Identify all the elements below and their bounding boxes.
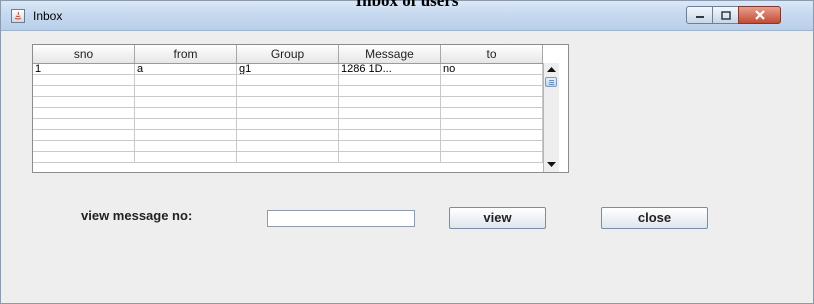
vertical-scrollbar[interactable]: [543, 63, 559, 172]
table-cell-from[interactable]: [135, 130, 237, 140]
maximize-icon: [720, 10, 731, 20]
table-row[interactable]: [33, 75, 543, 86]
table-cell-message[interactable]: 1286 1D...: [339, 64, 441, 74]
table-row[interactable]: 1 a g1 1286 1D... no: [33, 64, 543, 75]
table-cell-to[interactable]: [441, 141, 543, 151]
table-cell-to[interactable]: [441, 130, 543, 140]
table-cell-message[interactable]: [339, 86, 441, 96]
close-icon: [754, 10, 765, 20]
view-message-label: view message no:: [81, 208, 193, 223]
table-cell-message[interactable]: [339, 119, 441, 129]
table-cell-message[interactable]: [339, 130, 441, 140]
table-cell-to[interactable]: no: [441, 64, 543, 74]
scroll-thumb[interactable]: [545, 77, 557, 87]
minimize-icon: [695, 16, 704, 18]
table-cell-sno[interactable]: [33, 97, 135, 107]
table-cell-group[interactable]: [237, 86, 339, 96]
table-cell-to[interactable]: [441, 152, 543, 162]
column-header-to[interactable]: to: [441, 45, 543, 63]
table-cell-to[interactable]: [441, 119, 543, 129]
column-header-from[interactable]: from: [135, 45, 237, 63]
page-caption: Inbox of users: [355, 0, 459, 10]
table-cell-message[interactable]: [339, 108, 441, 118]
table-cell-sno[interactable]: [33, 86, 135, 96]
column-header-group[interactable]: Group: [237, 45, 339, 63]
table-cell-sno[interactable]: 1: [33, 64, 135, 74]
table-row[interactable]: [33, 108, 543, 119]
table-cell-message[interactable]: [339, 141, 441, 151]
table-cell-sno[interactable]: [33, 152, 135, 162]
table-cell-from[interactable]: [135, 108, 237, 118]
table-cell-from[interactable]: [135, 119, 237, 129]
table-cell-group[interactable]: [237, 152, 339, 162]
table-cell-sno[interactable]: [33, 141, 135, 151]
messages-table: sno from Group Message to 1 a g1 1286 1D...…: [32, 44, 569, 173]
table-cell-to[interactable]: [441, 97, 543, 107]
window-title: Inbox: [33, 9, 63, 23]
table-cell-message[interactable]: [339, 152, 441, 162]
table-row[interactable]: [33, 119, 543, 130]
arrow-up-icon: [547, 67, 556, 72]
arrow-down-icon: [547, 162, 556, 167]
column-header-sno[interactable]: sno: [33, 45, 135, 63]
inbox-window: Inbox sno from Group Message to 1 a g1 1286…: [0, 0, 814, 304]
table-cell-message[interactable]: [339, 75, 441, 85]
table-cell-message[interactable]: [339, 97, 441, 107]
table-cell-from[interactable]: [135, 75, 237, 85]
table-cell-group[interactable]: [237, 108, 339, 118]
table-cell-sno[interactable]: [33, 130, 135, 140]
table-cell-to[interactable]: [441, 86, 543, 96]
table-body: 1 a g1 1286 1D... no: [33, 64, 543, 163]
table-row[interactable]: [33, 141, 543, 152]
table-row[interactable]: [33, 130, 543, 141]
table-cell-from[interactable]: [135, 152, 237, 162]
table-cell-from[interactable]: a: [135, 64, 237, 74]
table-cell-group[interactable]: [237, 141, 339, 151]
table-cell-group[interactable]: [237, 97, 339, 107]
scroll-down-button[interactable]: [544, 158, 559, 172]
table-cell-sno[interactable]: [33, 75, 135, 85]
scroll-up-button[interactable]: [544, 63, 559, 77]
table-cell-from[interactable]: [135, 86, 237, 96]
table-cell-group[interactable]: [237, 130, 339, 140]
table-cell-sno[interactable]: [33, 108, 135, 118]
table-cell-group[interactable]: g1: [237, 64, 339, 74]
java-app-icon: [11, 9, 25, 23]
table-cell-group[interactable]: [237, 75, 339, 85]
table-cell-sno[interactable]: [33, 119, 135, 129]
table-row[interactable]: [33, 97, 543, 108]
message-number-input[interactable]: [267, 210, 415, 227]
table-cell-from[interactable]: [135, 97, 237, 107]
table-cell-to[interactable]: [441, 75, 543, 85]
table-row[interactable]: [33, 86, 543, 97]
table-row[interactable]: [33, 152, 543, 163]
table-header: sno from Group Message to: [33, 45, 543, 64]
table-cell-from[interactable]: [135, 141, 237, 151]
table-cell-group[interactable]: [237, 119, 339, 129]
table-cell-to[interactable]: [441, 108, 543, 118]
close-button[interactable]: close: [601, 207, 708, 229]
column-header-message[interactable]: Message: [339, 45, 441, 63]
view-button[interactable]: view: [449, 207, 546, 229]
